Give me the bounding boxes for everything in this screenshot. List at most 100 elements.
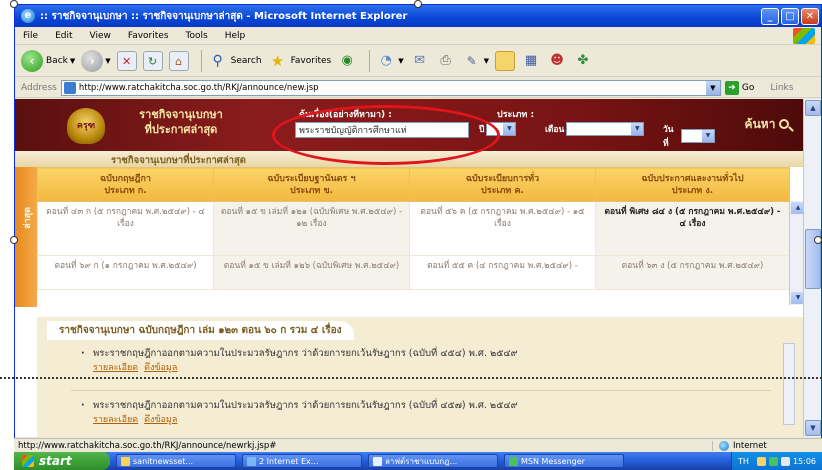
windows-logo-icon xyxy=(22,455,34,467)
column-header-b[interactable]: ฉบับระเบียบฐานันดร ฯ ประเภท ข. xyxy=(213,167,410,202)
menu-file[interactable]: File xyxy=(15,31,47,41)
day-label: วันที่ xyxy=(663,125,674,149)
status-url: http://www.ratchakitcha.soc.go.th/RKJ/an… xyxy=(18,440,277,451)
selection-handle xyxy=(414,0,422,8)
folder-icon xyxy=(121,456,130,466)
table-cell[interactable]: ตอนที่ ๑๕ ข เล่มที่ ๑๒๑ (ฉบับพิเศษ พ.ศ.๒… xyxy=(213,201,410,256)
list-item-links: รายละเอียด ดึงข้อมูล xyxy=(93,413,518,427)
scroll-up-icon[interactable]: ▲ xyxy=(805,100,821,116)
search-submit-button[interactable]: ค้นหา xyxy=(735,109,799,139)
forward-dropdown-icon[interactable]: ▼ xyxy=(105,57,110,65)
ie-icon xyxy=(247,456,256,466)
address-input[interactable]: http://www.ratchakitcha.soc.go.th/RKJ/an… xyxy=(60,79,721,96)
toolbar: ‹ Back ▼ › ▼ ✕ ↻ ⌂ ⚲ Search ★ Favorites … xyxy=(15,45,821,77)
address-dropdown-icon[interactable]: ▼ xyxy=(705,80,720,95)
mail-icon[interactable]: ✉ xyxy=(410,51,430,71)
edit-icon[interactable]: ✎ xyxy=(462,51,482,71)
print-icon[interactable]: ⎙ xyxy=(436,51,456,71)
start-label: start xyxy=(39,454,72,468)
taskbar-item[interactable]: sanitnewsset... xyxy=(116,454,236,468)
edit-dropdown-icon[interactable]: ▼ xyxy=(484,57,489,65)
ie-logo-icon: e xyxy=(21,9,35,23)
browser-window: e :: ราชกิจจานุเบกษา :: ราชกิจจานุเบกษาล… xyxy=(14,4,822,456)
table-cell[interactable]: ตอนที่ ๕๖ ค (๕ กรกฎาคม พ.ศ.๒๕๔๙) - ๑๕ เร… xyxy=(409,201,596,256)
msn-icon[interactable]: ✤ xyxy=(573,51,593,71)
taskbar-item[interactable]: ลาฟต์ราชาแบบกฎ... xyxy=(368,454,498,468)
back-button[interactable]: ‹ Back ▼ xyxy=(21,49,75,72)
minimize-button[interactable]: _ xyxy=(761,7,779,25)
bullet: · xyxy=(81,400,85,411)
search-submit-label: ค้นหา xyxy=(744,116,776,131)
taskbar-item-label: 2 Internet Ex... xyxy=(259,456,319,466)
list-item: · พระราชกฤษฎีกาออกตามความในประมวลรัษฎากร… xyxy=(81,399,518,427)
menu-bar: File Edit View Favorites Tools Help xyxy=(15,27,821,45)
go-button[interactable]: ➜ Go xyxy=(724,80,754,95)
home-icon[interactable]: ⌂ xyxy=(168,50,189,71)
column-header-a[interactable]: ฉบับกฤษฎีกา ประเภท ก. xyxy=(37,167,214,202)
menu-favorites[interactable]: Favorites xyxy=(120,31,178,41)
site-title[interactable]: ราชกิจจานุเบกษา ที่ประกาศล่าสุด xyxy=(111,107,251,137)
tray-icon[interactable] xyxy=(780,456,790,466)
menu-edit[interactable]: Edit xyxy=(47,31,81,41)
address-url[interactable]: http://www.ratchakitcha.soc.go.th/RKJ/an… xyxy=(79,83,706,93)
panel-scrollbar[interactable] xyxy=(783,343,795,425)
maximize-button[interactable]: □ xyxy=(781,7,799,25)
side-tab[interactable]: ล่าสุด xyxy=(15,167,37,307)
table-row: ตอนที่ ๖๙ ก (๑ กรกฎาคม พ.ศ.๒๕๔๙) ตอนที่ … xyxy=(37,255,790,290)
stop-icon[interactable]: ✕ xyxy=(116,50,137,71)
table-cell[interactable]: ตอนที่ ๔๓ ก (๕ กรกฎาคม พ.ศ.๒๕๔๙) - ๔ เรื… xyxy=(37,201,214,256)
selection-handle xyxy=(814,236,822,244)
status-bar: http://www.ratchakitcha.soc.go.th/RKJ/an… xyxy=(14,438,822,452)
history-dropdown-icon[interactable]: ▼ xyxy=(398,57,403,65)
day-select[interactable] xyxy=(681,129,715,143)
taskbar-item[interactable]: MSN Messenger xyxy=(504,454,624,468)
divider xyxy=(71,390,771,391)
table-cell[interactable]: ตอนที่ ๖๓ ง (๕ กรกฎาคม พ.ศ.๒๕๔๙) xyxy=(595,255,790,290)
table-cell[interactable]: ตอนที่ ๖๙ ก (๑ กรกฎาคม พ.ศ.๒๕๔๙) xyxy=(37,255,214,290)
taskbar-item-label: MSN Messenger xyxy=(521,456,585,466)
language-indicator[interactable]: TH xyxy=(738,457,749,466)
research-icon[interactable]: ▦ xyxy=(521,51,541,71)
forward-icon: › xyxy=(81,49,104,72)
scroll-down-icon[interactable]: ▼ xyxy=(805,420,821,436)
table-cell[interactable]: ตอนที่ พิเศษ ๘๔ ง (๕ กรกฎาคม พ.ศ.๒๕๔๙) -… xyxy=(595,201,790,256)
links-button[interactable]: Links xyxy=(770,83,793,93)
menu-help[interactable]: Help xyxy=(217,31,255,41)
folder-icon[interactable] xyxy=(495,50,515,71)
system-tray: TH 15:06 xyxy=(731,452,822,470)
close-button[interactable]: ✕ xyxy=(801,7,819,25)
table-cell[interactable]: ตอนที่ ๕๕ ค (๔ กรกฎาคม พ.ศ.๒๕๔๙) - xyxy=(409,255,596,290)
forward-button[interactable]: › ▼ xyxy=(81,49,111,72)
magnifier-icon xyxy=(779,119,790,129)
month-select-group: เดือน xyxy=(545,122,645,136)
download-link[interactable]: ดึงข้อมูล xyxy=(144,363,177,373)
type-label: ประเภท : xyxy=(497,110,535,120)
section-title: ราชกิจจานุเบกษาที่ประกาศล่าสุด xyxy=(111,155,246,166)
menu-tools[interactable]: Tools xyxy=(178,31,217,41)
favorites-button[interactable]: ★ Favorites xyxy=(268,51,331,71)
tray-icon[interactable] xyxy=(756,456,766,466)
month-label: เดือน xyxy=(545,125,565,135)
red-ellipse-annotation xyxy=(272,105,500,165)
address-label: Address xyxy=(21,82,57,93)
month-select[interactable] xyxy=(566,122,645,136)
download-link[interactable]: ดึงข้อมูล xyxy=(144,415,177,425)
refresh-icon[interactable]: ↻ xyxy=(142,50,163,71)
tray-icon[interactable] xyxy=(768,456,778,466)
taskbar-item-label: ลาฟต์ราชาแบบกฎ... xyxy=(385,456,458,466)
table-cell[interactable]: ตอนที่ ๑๕ ข เล่มที่ ๑๒๖ (ฉบับพิเศษ พ.ศ.๒… xyxy=(213,255,410,290)
search-button[interactable]: ⚲ Search xyxy=(208,51,262,71)
messenger-icon[interactable]: ☻ xyxy=(547,51,567,71)
start-button[interactable]: start xyxy=(14,452,110,470)
column-header-d[interactable]: ฉบับประกาศและงานทั่วไป ประเภท ง. xyxy=(595,167,790,202)
menu-view[interactable]: View xyxy=(82,31,120,41)
page-scrollbar[interactable]: ▲ ▼ xyxy=(803,99,821,437)
history-icon[interactable]: ◔ xyxy=(376,51,396,71)
back-dropdown-icon[interactable]: ▼ xyxy=(70,57,75,65)
bullet: · xyxy=(81,348,85,359)
column-header-c[interactable]: ฉบับระเบียบการทั่ว ประเภท ค. xyxy=(409,167,596,202)
taskbar-item[interactable]: 2 Internet Ex... xyxy=(242,454,362,468)
detail-link[interactable]: รายละเอียด xyxy=(93,363,138,373)
detail-link[interactable]: รายละเอียด xyxy=(93,415,138,425)
media-icon[interactable]: ◉ xyxy=(337,51,357,71)
